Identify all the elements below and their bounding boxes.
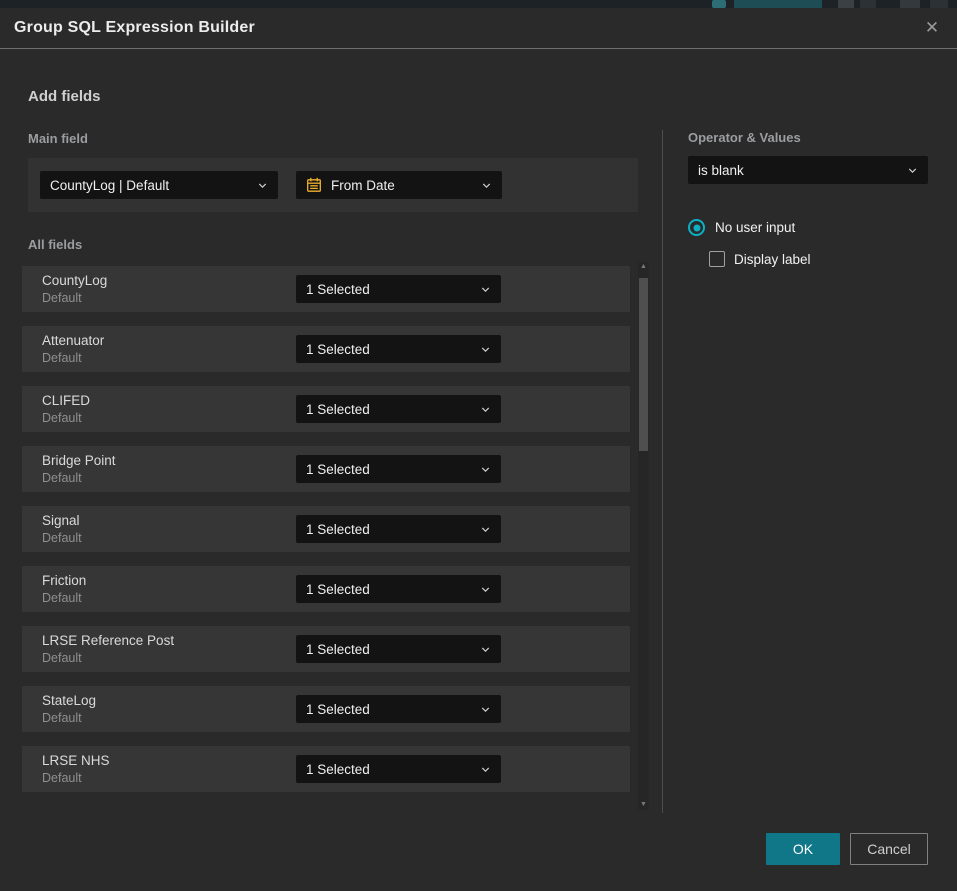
field-name: StateLog [42, 693, 96, 708]
field-selected-value: 1 Selected [306, 402, 472, 417]
background-toolbar-fragment [712, 0, 726, 8]
field-selected-dropdown[interactable]: 1 Selected [296, 635, 501, 663]
display-label-text: Display label [734, 252, 811, 267]
field-name: LRSE Reference Post [42, 633, 174, 648]
checkbox-unchecked-icon [709, 251, 725, 267]
chevron-down-icon [480, 644, 491, 655]
field-row: Signal Default 1 Selected [22, 506, 630, 552]
field-selected-dropdown[interactable]: 1 Selected [296, 575, 501, 603]
field-selected-dropdown[interactable]: 1 Selected [296, 695, 501, 723]
background-toolbar-fragment [860, 0, 876, 8]
field-row: LRSE NHS Default 1 Selected [22, 746, 630, 792]
field-subtitle: Default [42, 351, 82, 365]
chevron-down-icon [480, 404, 491, 415]
field-subtitle: Default [42, 471, 82, 485]
chevron-down-icon [480, 524, 491, 535]
field-row: Friction Default 1 Selected [22, 566, 630, 612]
all-fields-list: CountyLog Default 1 Selected Attenuator … [22, 266, 630, 806]
chevron-down-icon [480, 464, 491, 475]
field-subtitle: Default [42, 531, 82, 545]
chevron-down-icon [907, 165, 918, 176]
scrollbar-thumb[interactable] [639, 278, 648, 451]
field-name: Attenuator [42, 333, 104, 348]
field-name: CountyLog [42, 273, 107, 288]
field-selected-value: 1 Selected [306, 702, 472, 717]
field-name: LRSE NHS [42, 753, 110, 768]
field-selected-dropdown[interactable]: 1 Selected [296, 455, 501, 483]
operator-values-heading: Operator & Values [688, 130, 801, 145]
background-toolbar-fragment [900, 0, 920, 8]
dialog-title: Group SQL Expression Builder [14, 19, 255, 37]
display-label-checkbox[interactable]: Display label [709, 251, 811, 267]
no-user-input-label: No user input [715, 220, 795, 235]
calendar-icon [306, 177, 322, 193]
field-selected-dropdown[interactable]: 1 Selected [296, 755, 501, 783]
field-selected-dropdown[interactable]: 1 Selected [296, 395, 501, 423]
field-name: Signal [42, 513, 80, 528]
cancel-button[interactable]: Cancel [850, 833, 928, 865]
scroll-up-icon[interactable]: ▲ [640, 262, 647, 272]
chevron-down-icon [480, 584, 491, 595]
operator-select[interactable]: is blank [688, 156, 928, 184]
field-row: StateLog Default 1 Selected [22, 686, 630, 732]
background-app-strip [0, 0, 957, 8]
field-selected-value: 1 Selected [306, 282, 472, 297]
background-toolbar-fragment [734, 0, 822, 8]
field-row: LRSE Reference Post Default 1 Selected [22, 626, 630, 672]
scrollbar-track[interactable] [638, 272, 649, 800]
field-selected-value: 1 Selected [306, 642, 472, 657]
panel-divider [662, 130, 663, 813]
main-field-label: Main field [28, 131, 88, 146]
field-row: Bridge Point Default 1 Selected [22, 446, 630, 492]
field-name: CLIFED [42, 393, 90, 408]
field-selected-dropdown[interactable]: 1 Selected [296, 335, 501, 363]
chevron-down-icon [480, 704, 491, 715]
close-icon[interactable]: ✕ [921, 17, 943, 39]
all-fields-label: All fields [28, 237, 82, 252]
main-field-source-select[interactable]: CountyLog | Default [40, 171, 278, 199]
chevron-down-icon [257, 180, 268, 191]
field-row: Attenuator Default 1 Selected [22, 326, 630, 372]
field-subtitle: Default [42, 651, 82, 665]
chevron-down-icon [480, 344, 491, 355]
main-field-source-value: CountyLog | Default [50, 178, 249, 193]
dialog-header: Group SQL Expression Builder ✕ [0, 8, 957, 49]
field-selected-value: 1 Selected [306, 522, 472, 537]
field-subtitle: Default [42, 411, 82, 425]
field-selected-dropdown[interactable]: 1 Selected [296, 275, 501, 303]
main-field-date-select[interactable]: From Date [296, 171, 502, 199]
background-toolbar-fragment [930, 0, 948, 8]
field-selected-value: 1 Selected [306, 762, 472, 777]
group-sql-expression-builder-dialog: Group SQL Expression Builder ✕ Add field… [0, 8, 957, 891]
field-subtitle: Default [42, 591, 82, 605]
field-subtitle: Default [42, 291, 82, 305]
field-subtitle: Default [42, 711, 82, 725]
field-name: Friction [42, 573, 86, 588]
scroll-down-icon[interactable]: ▼ [640, 800, 647, 810]
list-scrollbar[interactable]: ▲ ▼ [638, 262, 649, 810]
radio-selected-icon [688, 219, 705, 236]
operator-value: is blank [698, 163, 899, 178]
field-subtitle: Default [42, 771, 82, 785]
field-selected-value: 1 Selected [306, 582, 472, 597]
add-fields-heading: Add fields [28, 88, 101, 105]
no-user-input-radio[interactable]: No user input [688, 219, 795, 236]
ok-button[interactable]: OK [766, 833, 840, 865]
chevron-down-icon [481, 180, 492, 191]
field-selected-value: 1 Selected [306, 462, 472, 477]
chevron-down-icon [480, 764, 491, 775]
field-name: Bridge Point [42, 453, 116, 468]
background-toolbar-fragment [838, 0, 854, 8]
main-field-date-value: From Date [331, 178, 473, 193]
field-selected-value: 1 Selected [306, 342, 472, 357]
chevron-down-icon [480, 284, 491, 295]
field-row: CLIFED Default 1 Selected [22, 386, 630, 432]
main-field-panel: CountyLog | Default From Date [28, 158, 638, 212]
field-row: CountyLog Default 1 Selected [22, 266, 630, 312]
field-selected-dropdown[interactable]: 1 Selected [296, 515, 501, 543]
